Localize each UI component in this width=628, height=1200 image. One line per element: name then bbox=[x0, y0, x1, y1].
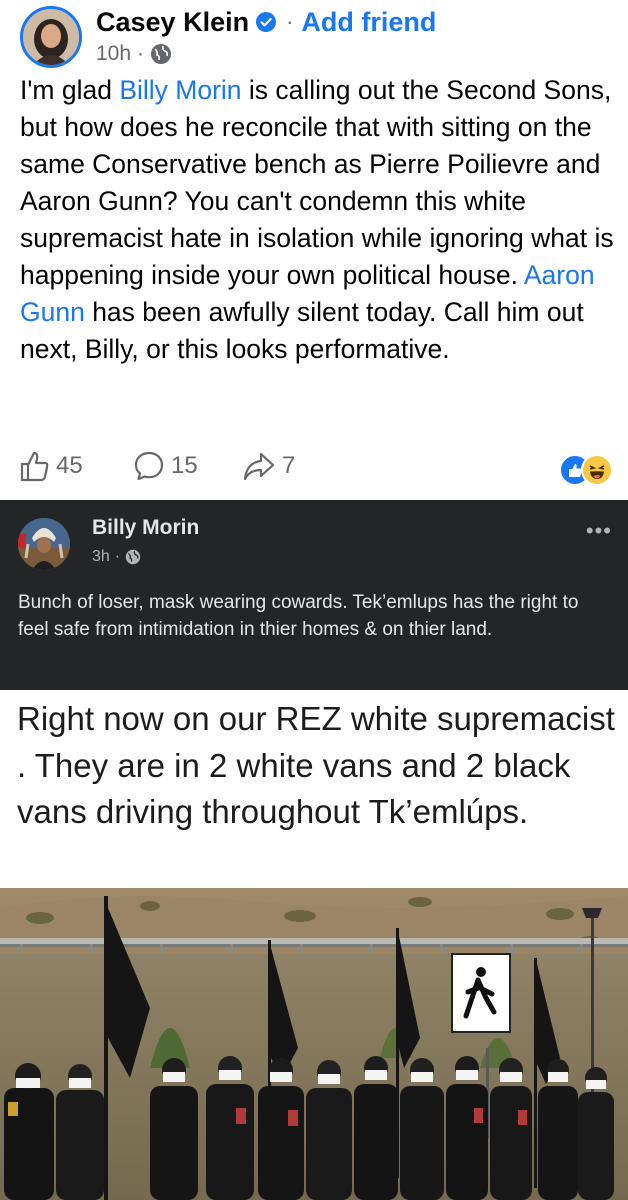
comment-timestamp[interactable]: 10h bbox=[96, 42, 131, 66]
shared-author-name[interactable]: Billy Morin bbox=[92, 516, 199, 540]
comment-text-part: I'm glad bbox=[20, 75, 120, 105]
share-button[interactable]: 7 bbox=[242, 450, 295, 482]
shared-post-screenshot: Billy Morin 3h · ••• Bunch of loser, mas… bbox=[0, 500, 628, 690]
shared-post-timestamp[interactable]: 3h bbox=[92, 548, 110, 566]
add-friend-button[interactable]: Add friend bbox=[301, 7, 436, 38]
meta-separator: · bbox=[114, 548, 121, 565]
like-count: 45 bbox=[56, 452, 83, 479]
comment-button[interactable]: 15 bbox=[133, 450, 198, 482]
comment-text: I'm glad Billy Morin is calling out the … bbox=[20, 72, 620, 368]
shared-post-text: Bunch of loser, mask wearing cowards. Te… bbox=[18, 592, 579, 640]
share-arrow-icon bbox=[243, 452, 275, 481]
author-row: Casey Klein · Add friend bbox=[96, 4, 436, 40]
share-count: 7 bbox=[282, 452, 296, 479]
comment-bubble-icon bbox=[134, 451, 164, 481]
author-avatar[interactable] bbox=[20, 6, 82, 68]
meta-separator: · bbox=[137, 42, 145, 65]
image-caption-block: Right now on our REZ white supremacist .… bbox=[0, 690, 628, 888]
like-button[interactable]: 45 bbox=[20, 450, 83, 482]
march-photo bbox=[0, 888, 628, 1200]
reaction-summary[interactable] bbox=[559, 454, 615, 486]
more-options-button[interactable]: ••• bbox=[586, 518, 612, 544]
comment-text-part: has been awfully silent today. Call him … bbox=[20, 297, 584, 364]
haha-reaction-icon bbox=[581, 454, 613, 486]
verified-badge-icon bbox=[256, 12, 277, 32]
comment-meta: 10h · bbox=[96, 40, 172, 68]
comment-text-part: is calling out the Second Sons, but how … bbox=[20, 75, 614, 290]
comment-card: Casey Klein · Add friend 10h · I'm glad … bbox=[0, 0, 628, 500]
thumbs-up-icon bbox=[20, 451, 49, 482]
mention-billy-morin[interactable]: Billy Morin bbox=[119, 75, 241, 105]
comment-count: 15 bbox=[171, 452, 198, 479]
shared-author-avatar[interactable] bbox=[18, 518, 70, 570]
globe-icon bbox=[125, 549, 141, 565]
shared-post-meta: 3h · bbox=[92, 548, 141, 566]
globe-icon bbox=[150, 43, 172, 65]
author-name[interactable]: Casey Klein bbox=[96, 7, 249, 38]
separator-dot: · bbox=[286, 9, 294, 34]
image-caption-text: Right now on our REZ white supremacist .… bbox=[17, 700, 615, 830]
reaction-bar: 45 15 7 bbox=[20, 450, 615, 490]
